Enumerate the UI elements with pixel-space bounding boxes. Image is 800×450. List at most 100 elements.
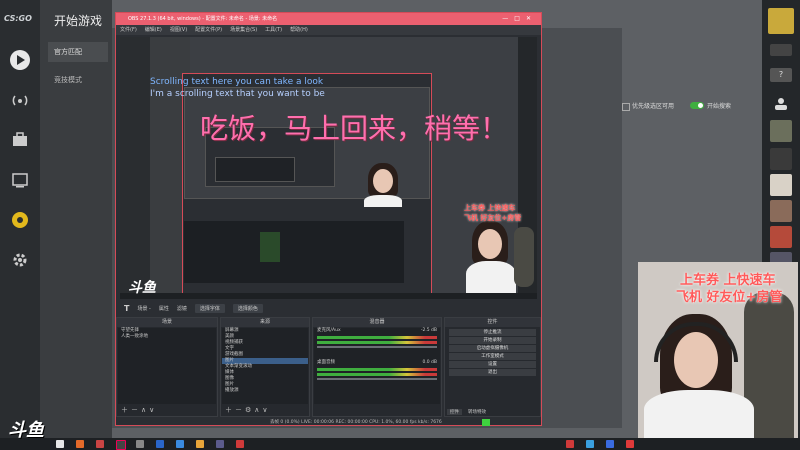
cam-text-line1: 上车券 上快速车 — [464, 204, 516, 212]
taskbar-icon[interactable] — [116, 440, 126, 450]
start-recording-button[interactable]: 开始录制 — [449, 337, 536, 344]
tray-icon[interactable] — [606, 440, 614, 448]
webcam-text-line1: 上车券 上快速车 — [680, 273, 776, 288]
notification-icon[interactable] — [770, 44, 792, 56]
preview-webcam: 上车券 上快速车 飞机 好友位+房管 — [462, 197, 537, 293]
tab-official-matchmaking[interactable]: 官方匹配 — [48, 42, 108, 62]
scrolling-text: I'm a scrolling text that you want to be — [150, 89, 325, 99]
list-item[interactable]: 播放源 — [222, 388, 308, 394]
taskbar-icon[interactable] — [56, 440, 64, 448]
tab-competitive[interactable]: 竞技模式 — [54, 75, 82, 85]
volume-meter — [317, 373, 437, 376]
play-menu-panel: 开始游戏 官方匹配 竞技模式 — [40, 0, 112, 438]
taskbar-icon[interactable] — [216, 440, 224, 448]
obs-preview[interactable]: Scrolling text here you can take a look … — [120, 37, 537, 299]
nested-webcam — [358, 157, 408, 207]
nested-obs-3 — [215, 157, 295, 182]
obs-status-bar: 丢帧 0 (0.0%) LIVE: 00:00:06 REC: 00:00:00… — [270, 420, 442, 425]
stop-streaming-button[interactable]: 停止推流 — [449, 329, 536, 336]
select-font-button[interactable]: 选择字体 — [194, 303, 225, 313]
mixer-dock: 混音器 麦克风/Aux -2.5 dB 桌面音频 0.0 dB — [312, 317, 442, 417]
volume-slider[interactable] — [317, 346, 437, 348]
taskbar-icon[interactable] — [156, 440, 164, 448]
control-tabs: 控件 转场特效 — [447, 409, 489, 415]
settings-button[interactable]: 设置 — [449, 361, 536, 368]
webcam-overlay-text: 上车券 上快速车 飞机 好友位+房管 — [676, 272, 782, 306]
filters-button[interactable]: 滤镜 — [177, 305, 187, 312]
exit-button[interactable]: 退出 — [449, 369, 536, 376]
taskbar-icon[interactable] — [196, 440, 204, 448]
mixer-channel-name: 麦克风/Aux -2.5 dB — [317, 328, 437, 333]
menu-help[interactable]: 帮助(H) — [290, 25, 308, 35]
maximize-icon[interactable]: □ — [514, 15, 526, 22]
source-dock-buttons[interactable]: ＋－⚙∧∨ — [225, 405, 271, 415]
properties-button[interactable]: 属性 — [159, 305, 169, 312]
menu-edit[interactable]: 编辑(E) — [145, 25, 162, 35]
taskbar-icon[interactable] — [176, 440, 184, 448]
friend-avatar[interactable] — [770, 200, 792, 222]
gear-icon[interactable] — [8, 248, 32, 272]
friends-icon[interactable] — [770, 96, 792, 118]
scenes-dock-title: 场景 — [117, 318, 217, 327]
obs-window[interactable]: OBS 27.1.3 (64 bit, windows) - 配置文件: 未命名… — [115, 12, 542, 426]
friend-avatar[interactable] — [770, 148, 792, 170]
nested-mixer — [260, 232, 280, 262]
inventory-icon[interactable] — [8, 128, 32, 152]
select-color-button[interactable]: 选择颜色 — [232, 303, 263, 313]
mixer-channel-name: 桌面音频 0.0 dB — [317, 360, 437, 365]
profile-avatar[interactable] — [768, 8, 794, 34]
volume-meter — [317, 341, 437, 344]
list-item[interactable]: 人类一败涂地 — [118, 334, 216, 340]
scenes-list: 守望先锋 人类一败涂地 — [118, 328, 216, 404]
tray-icon[interactable] — [586, 440, 594, 448]
taskbar-icon[interactable] — [136, 440, 144, 448]
tab-controls[interactable]: 控件 — [447, 409, 462, 415]
menu-file[interactable]: 文件(F) — [120, 25, 137, 35]
taskbar-icon[interactable] — [236, 440, 244, 448]
tv-icon[interactable] — [8, 168, 32, 192]
broadcast-icon[interactable] — [8, 88, 32, 112]
window-controls[interactable]: —□✕ — [502, 13, 537, 25]
overlay-text: 吃饭，马上回来，稍等！ — [200, 112, 509, 145]
menu-profile[interactable]: 配置文件(P) — [195, 25, 222, 35]
nested-taskbar — [120, 293, 537, 299]
scenes-dock: 场景 守望先锋 人类一败涂地 ＋－∧∨ — [116, 317, 218, 417]
volume-meter — [317, 368, 437, 371]
webcam-text-line2: 飞机 好友位+房管 — [676, 290, 783, 305]
play-icon[interactable] — [8, 48, 32, 72]
friend-avatar[interactable] — [770, 174, 792, 196]
friend-avatar[interactable] — [770, 120, 792, 142]
friend-avatar[interactable] — [770, 226, 792, 248]
menu-view[interactable]: 视图(V) — [170, 25, 187, 35]
queue-priority-label[interactable]: 优先级选区可用 — [622, 101, 674, 111]
close-icon[interactable]: ✕ — [526, 15, 537, 22]
obs-titlebar[interactable]: OBS 27.1.3 (64 bit, windows) - 配置文件: 未命名… — [116, 13, 541, 25]
preview-rail — [120, 37, 150, 299]
volume-slider[interactable] — [317, 378, 437, 380]
tray-icon[interactable] — [626, 440, 634, 448]
start-search-toggle[interactable]: 开始搜索 — [690, 101, 731, 110]
page-title: 开始游戏 — [54, 14, 103, 28]
controls-dock-title: 控件 — [445, 318, 540, 327]
sources-dock: 来源 屏幕源 美颜 视频捕获 文字 游戏截图 图片 文本渐变滚动 媒体 图像 图… — [220, 317, 310, 417]
checkbox-icon[interactable] — [622, 102, 630, 111]
operation-icon[interactable] — [8, 208, 32, 232]
volume-meter — [317, 336, 437, 339]
minimize-icon[interactable]: — — [502, 15, 514, 22]
menu-scene-collection[interactable]: 场景集合(S) — [230, 25, 257, 35]
csgo-nav-rail: CS:GO — [0, 0, 40, 438]
csgo-logo: CS:GO — [4, 14, 32, 23]
studio-mode-button[interactable]: 工作室模式 — [449, 353, 536, 360]
taskbar-icon[interactable] — [96, 440, 104, 448]
toggle-icon[interactable] — [690, 102, 704, 109]
mixer-dock-title: 混音器 — [313, 318, 441, 327]
tray-icon[interactable] — [566, 440, 574, 448]
tab-transitions[interactable]: 转场特效 — [465, 409, 489, 415]
help-icon[interactable]: ? — [770, 68, 792, 82]
start-virtual-camera-button[interactable]: 启动虚拟摄像机 — [449, 345, 536, 352]
menu-tools[interactable]: 工具(T) — [265, 25, 282, 35]
source-toolbar: T 场景 - 属性 滤镜 选择字体 选择颜色 — [120, 301, 537, 315]
controls-body: 停止推流 开始录制 启动虚拟摄像机 工作室模式 设置 退出 — [446, 328, 539, 404]
scene-dock-buttons[interactable]: ＋－∧∨ — [121, 405, 157, 415]
taskbar-icon[interactable] — [76, 440, 84, 448]
